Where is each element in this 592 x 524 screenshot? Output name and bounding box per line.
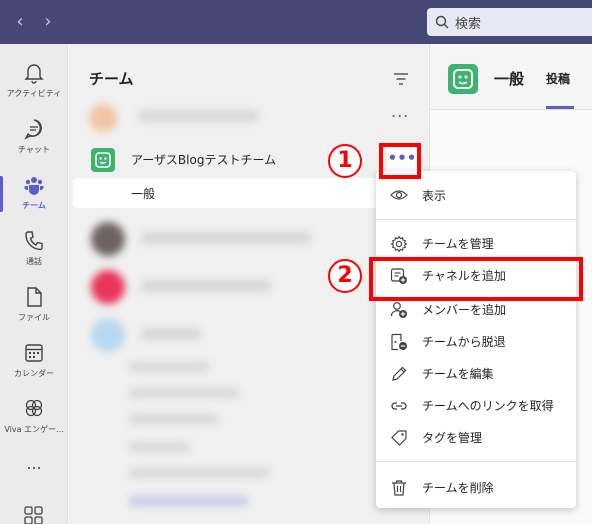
- rail-label: Viva エンゲー...: [4, 425, 64, 434]
- rail-item-files[interactable]: ファイル: [0, 280, 68, 336]
- menu-label: チームへのリンクを取得: [422, 399, 554, 413]
- link-icon: [391, 402, 407, 410]
- menu-label: チームを編集: [422, 367, 494, 381]
- highlight-box-add-channel: [369, 257, 583, 301]
- filter-icon[interactable]: [393, 72, 409, 86]
- blurred-text: [129, 496, 249, 506]
- rail-item-teams[interactable]: チーム: [0, 168, 68, 224]
- blurred-text: [129, 468, 269, 478]
- tab-underline: [546, 106, 574, 109]
- file-icon: [27, 287, 42, 307]
- teams-icon: [24, 177, 44, 195]
- team-name: アーザスBlogテストチーム: [131, 153, 277, 167]
- menu-item-view[interactable]: 表示: [376, 179, 576, 211]
- menu-label: チームを削除: [422, 481, 494, 495]
- rail-label: ファイル: [18, 313, 50, 322]
- team-context-menu: 表示 チームを管理 チャネルを追加 メンバーを追加 チームから脱退 チームを編集…: [376, 171, 576, 508]
- team-avatar: [91, 148, 115, 172]
- rail-label: カレンダー: [14, 369, 54, 378]
- chevron-left-icon[interactable]: ‹: [10, 12, 30, 32]
- team-row[interactable]: アーザスBlogテストチーム •••: [73, 144, 425, 178]
- menu-item-manage-team[interactable]: チームを管理: [376, 227, 576, 259]
- search-placeholder: 検索: [455, 17, 482, 32]
- apps-icon[interactable]: [24, 506, 44, 524]
- rail-item-viva[interactable]: Viva エンゲー...: [0, 392, 68, 448]
- blurred-text: [129, 388, 239, 398]
- channel-name: 一般: [131, 187, 156, 201]
- blurred-text: [141, 328, 201, 340]
- step-marker-1: 1: [328, 144, 362, 178]
- channel-title: 一般: [494, 70, 525, 88]
- chevron-right-icon[interactable]: ›: [38, 12, 58, 32]
- menu-label: メンバーを追加: [422, 303, 507, 317]
- phone-icon: [25, 231, 43, 251]
- rail-item-calendar[interactable]: カレンダー: [0, 336, 68, 392]
- menu-label: チームから脱退: [422, 335, 506, 349]
- trash-icon: [392, 480, 406, 496]
- channel-avatar: [448, 64, 478, 94]
- title-bar: ‹ › 検索: [0, 0, 592, 44]
- app-rail: アクティビティ チャット チーム 通話 ファイル カレンダー Viva エンゲー…: [0, 44, 68, 524]
- rail-label: チーム: [22, 201, 46, 210]
- viva-icon: [25, 399, 43, 417]
- blurred-avatar: [89, 104, 117, 132]
- blurred-text: [141, 232, 311, 244]
- menu-item-get-link[interactable]: チームへのリンクを取得: [376, 389, 576, 421]
- rail-label: アクティビティ: [6, 89, 62, 98]
- menu-label: チームを管理: [422, 237, 494, 251]
- blurred-text: [141, 280, 271, 292]
- menu-divider: [376, 219, 576, 220]
- chat-icon: [24, 119, 42, 140]
- blurred-avatar: [91, 318, 125, 352]
- rail-item-chat[interactable]: チャット: [0, 112, 68, 168]
- bell-icon: [24, 64, 44, 84]
- blurred-text: [129, 442, 189, 452]
- more-apps-button[interactable]: ...: [0, 454, 68, 473]
- calendar-icon: [25, 344, 43, 362]
- menu-item-delete-team[interactable]: チームを削除: [376, 471, 576, 503]
- menu-label: タグを管理: [422, 431, 483, 445]
- search-input[interactable]: 検索: [427, 8, 592, 36]
- menu-label: 表示: [422, 189, 447, 203]
- rail-label: チャット: [18, 145, 50, 154]
- tag-icon: [391, 430, 407, 446]
- step-marker-2: 2: [328, 259, 362, 293]
- rail-item-calls[interactable]: 通話: [0, 224, 68, 280]
- team-more-button[interactable]: ...: [391, 102, 409, 121]
- rail-item-activity[interactable]: アクティビティ: [0, 56, 68, 112]
- blurred-avatar: [91, 222, 125, 256]
- smile-icon: [453, 69, 473, 89]
- highlight-box-more: [379, 143, 421, 179]
- add-member-icon: [390, 302, 407, 318]
- gear-icon: [390, 235, 408, 253]
- channel-item[interactable]: 一般: [73, 178, 425, 208]
- menu-item-manage-tags[interactable]: タグを管理: [376, 421, 576, 453]
- blurred-text: [129, 414, 219, 424]
- leave-icon: [391, 333, 407, 351]
- blurred-avatar: [91, 270, 125, 304]
- search-icon: [435, 15, 449, 29]
- channel-header: 一般 投稿: [430, 44, 592, 110]
- eye-icon: [390, 190, 408, 200]
- pencil-icon: [392, 366, 407, 381]
- menu-item-leave-team[interactable]: チームから脱退: [376, 325, 576, 357]
- pane-title: チーム: [89, 70, 134, 88]
- tab-posts[interactable]: 投稿: [546, 70, 570, 87]
- blurred-text: [129, 362, 209, 372]
- menu-divider: [376, 461, 576, 462]
- smile-icon: [95, 152, 111, 168]
- blurred-text: [139, 110, 259, 122]
- menu-item-edit-team[interactable]: チームを編集: [376, 357, 576, 389]
- rail-label: 通話: [26, 257, 42, 266]
